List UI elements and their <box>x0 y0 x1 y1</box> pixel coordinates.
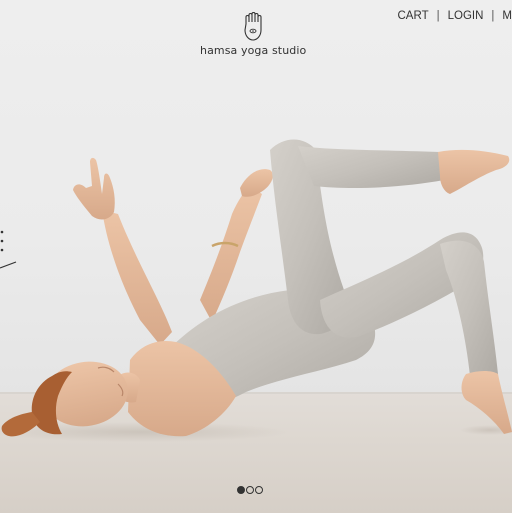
carousel-dot-1[interactable] <box>237 486 245 494</box>
side-menu-icon[interactable] <box>0 228 20 274</box>
top-nav: CART | LOGIN | M <box>398 9 512 23</box>
carousel-dot-2[interactable] <box>246 486 254 494</box>
nav-cart[interactable]: CART <box>398 10 429 22</box>
brand-name: hamsa yoga studio <box>200 44 307 57</box>
carousel-dots <box>237 486 263 494</box>
hamsa-hand-icon <box>244 12 262 41</box>
nav-menu[interactable]: M <box>502 10 512 22</box>
nav-login[interactable]: LOGIN <box>448 10 484 22</box>
nav-separator: | <box>491 10 495 22</box>
hero-slide <box>0 0 512 513</box>
nav-separator: | <box>436 10 440 22</box>
carousel-dot-3[interactable] <box>255 486 263 494</box>
yoga-photo <box>0 139 512 442</box>
brand-logo[interactable]: hamsa yoga studio <box>200 12 306 57</box>
